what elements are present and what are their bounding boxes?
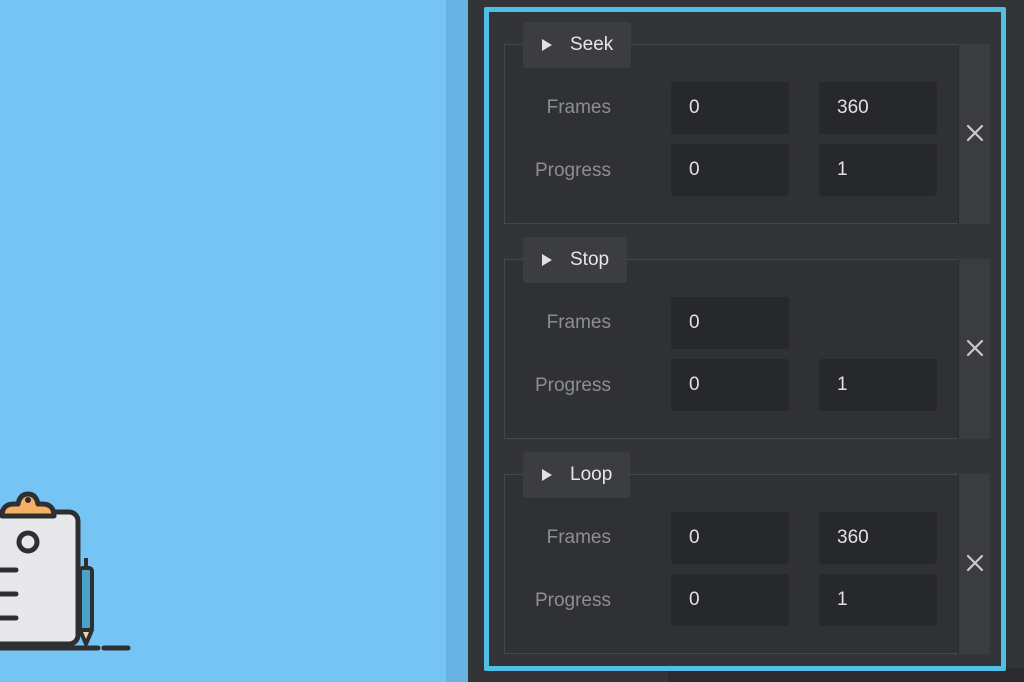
selection-highlight [484, 7, 1006, 671]
clipboard-icon [0, 491, 131, 651]
canvas-edge [446, 0, 468, 682]
